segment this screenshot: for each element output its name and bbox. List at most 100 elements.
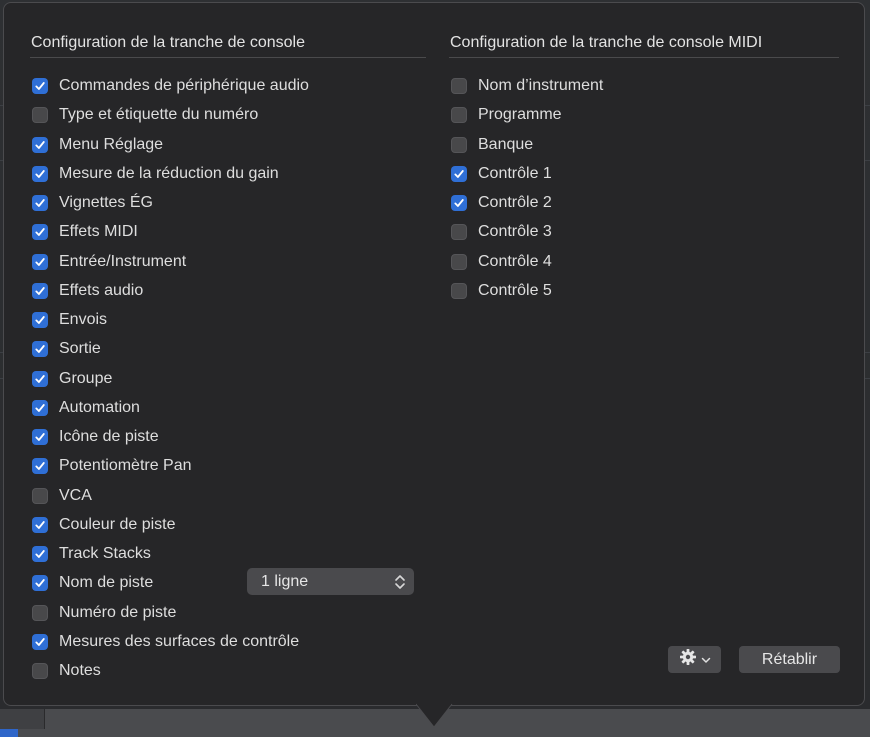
checkbox-checked[interactable] bbox=[32, 78, 48, 94]
checkbox-item-commandes-de-peripherique-audio[interactable]: Commandes de périphérique audio bbox=[32, 75, 309, 97]
checkmark-icon bbox=[454, 199, 464, 207]
checkbox-item-icone-de-piste[interactable]: Icône de piste bbox=[32, 426, 159, 448]
checkbox-item-sortie[interactable]: Sortie bbox=[32, 338, 101, 360]
checkbox-unchecked[interactable] bbox=[451, 253, 467, 270]
checkbox-checked[interactable] bbox=[32, 312, 48, 328]
midi-channel-strip-config-column: Configuration de la tranche de console M… bbox=[449, 33, 839, 299]
checkbox-item-effets-midi[interactable]: Effets MIDI bbox=[32, 221, 138, 243]
checkbox-label: Nom de piste bbox=[59, 574, 154, 592]
checkbox-checked[interactable] bbox=[32, 253, 48, 270]
checkbox-checked[interactable] bbox=[32, 370, 48, 387]
checkbox-item-controle-1[interactable]: Contrôle 1 bbox=[451, 163, 552, 185]
channel-strip-config-column: Configuration de la tranche de console C… bbox=[30, 33, 426, 679]
checkbox-item-nom-de-piste[interactable]: Nom de piste bbox=[32, 572, 153, 594]
checkbox-item-effets-audio[interactable]: Effets audio bbox=[32, 280, 143, 302]
checkbox-label: Mesure de la réduction du gain bbox=[59, 164, 279, 182]
checkbox-item-type-et-etiquette-du-numero[interactable]: Type et étiquette du numéro bbox=[32, 104, 258, 126]
checkbox-label: Effets MIDI bbox=[59, 223, 138, 241]
checkbox-checked[interactable] bbox=[32, 458, 48, 475]
checkbox-checked[interactable] bbox=[451, 195, 467, 211]
checkbox-checked[interactable] bbox=[32, 341, 48, 358]
checkbox-checked[interactable] bbox=[32, 516, 48, 533]
checkbox-item-menu-reglage[interactable]: Menu Réglage bbox=[32, 134, 163, 156]
checkbox-checked[interactable] bbox=[32, 195, 48, 211]
track-name-lines-select[interactable]: 1 ligne bbox=[247, 568, 414, 595]
checkbox-label: Commandes de périphérique audio bbox=[59, 77, 309, 94]
checkbox-unchecked[interactable] bbox=[451, 136, 467, 153]
channel-strip-config-title: Configuration de la tranche de console bbox=[30, 33, 426, 58]
checkbox-label: Entrée/Instrument bbox=[59, 252, 187, 270]
checkbox-unchecked[interactable] bbox=[451, 224, 467, 241]
checkbox-item-numero-de-piste[interactable]: Numéro de piste bbox=[32, 602, 176, 624]
checkmark-icon bbox=[35, 140, 45, 149]
checkbox-label: Track Stacks bbox=[59, 545, 151, 562]
checkbox-item-controle-3[interactable]: Contrôle 3 bbox=[451, 221, 552, 243]
checkbox-label: Vignettes ÉG bbox=[59, 194, 153, 211]
checkbox-item-controle-5[interactable]: Contrôle 5 bbox=[451, 280, 552, 302]
checkbox-label: Envois bbox=[59, 311, 108, 328]
checkbox-item-couleur-de-piste[interactable]: Couleur de piste bbox=[32, 514, 176, 536]
checkbox-item-nom-d-instrument[interactable]: Nom d’instrument bbox=[451, 75, 603, 97]
checkbox-item-controle-2[interactable]: Contrôle 2 bbox=[451, 192, 552, 214]
checkbox-item-envois[interactable]: Envois bbox=[32, 309, 107, 331]
reset-button[interactable]: Rétablir bbox=[739, 646, 840, 673]
checkbox-label: VCA bbox=[59, 486, 92, 504]
checkbox-item-banque[interactable]: Banque bbox=[451, 134, 533, 156]
checkbox-unchecked[interactable] bbox=[32, 107, 48, 124]
checkbox-checked[interactable] bbox=[32, 282, 48, 299]
checkmark-icon bbox=[35, 316, 45, 324]
gear-menu-button[interactable] bbox=[668, 646, 721, 673]
checkmark-icon bbox=[35, 579, 45, 588]
checkbox-item-mesures-des-surfaces-de-controle[interactable]: Mesures des surfaces de contrôle bbox=[32, 631, 299, 653]
checkbox-item-groupe[interactable]: Groupe bbox=[32, 368, 112, 390]
checkbox-label: Nom d’instrument bbox=[478, 77, 604, 94]
checkbox-label: Menu Réglage bbox=[59, 135, 164, 153]
checkbox-unchecked[interactable] bbox=[32, 487, 48, 504]
mixer-configuration-popover: Configuration de la tranche de console C… bbox=[3, 2, 865, 706]
checkbox-label: Couleur de piste bbox=[59, 515, 176, 533]
checkmark-icon bbox=[35, 286, 45, 295]
checkbox-checked[interactable] bbox=[32, 429, 48, 445]
checkmark-icon bbox=[35, 169, 45, 178]
checkmark-icon bbox=[35, 637, 45, 646]
checkbox-checked[interactable] bbox=[32, 399, 48, 416]
checkbox-checked[interactable] bbox=[32, 136, 48, 153]
checkbox-item-vignettes-eg[interactable]: Vignettes ÉG bbox=[32, 192, 153, 214]
checkbox-unchecked[interactable] bbox=[32, 663, 48, 679]
checkbox-item-mesure-de-la-reduction-du-gain[interactable]: Mesure de la réduction du gain bbox=[32, 163, 279, 185]
checkmark-icon bbox=[35, 520, 45, 529]
checkbox-checked[interactable] bbox=[32, 546, 48, 562]
checkbox-label: Contrôle 1 bbox=[478, 164, 552, 182]
checkbox-unchecked[interactable] bbox=[451, 282, 467, 299]
checkbox-label: Type et étiquette du numéro bbox=[59, 106, 259, 124]
checkmark-icon bbox=[35, 345, 45, 354]
checkbox-checked[interactable] bbox=[32, 575, 48, 592]
checkbox-item-automation[interactable]: Automation bbox=[32, 397, 140, 419]
checkbox-label: Notes bbox=[59, 662, 101, 679]
checkbox-item-controle-4[interactable]: Contrôle 4 bbox=[451, 251, 552, 273]
checkbox-label: Programme bbox=[478, 106, 562, 124]
checkbox-unchecked[interactable] bbox=[451, 78, 467, 94]
checkmark-icon bbox=[35, 550, 45, 558]
checkmark-icon bbox=[35, 199, 45, 207]
checkbox-item-entree-instrument[interactable]: Entrée/Instrument bbox=[32, 251, 186, 273]
checkbox-checked[interactable] bbox=[451, 165, 467, 182]
checkbox-unchecked[interactable] bbox=[32, 604, 48, 621]
checkbox-unchecked[interactable] bbox=[451, 107, 467, 124]
checkbox-label: Sortie bbox=[59, 340, 101, 358]
checkbox-item-track-stacks[interactable]: Track Stacks bbox=[32, 543, 151, 565]
checkmark-icon bbox=[35, 374, 45, 383]
checkbox-checked[interactable] bbox=[32, 224, 48, 241]
track-name-lines-value: 1 ligne bbox=[261, 572, 309, 590]
checkbox-label: Potentiomètre Pan bbox=[59, 457, 192, 475]
checkbox-item-programme[interactable]: Programme bbox=[451, 104, 562, 126]
gear-icon bbox=[679, 648, 697, 671]
checkbox-checked[interactable] bbox=[32, 633, 48, 650]
checkmark-icon bbox=[454, 169, 464, 178]
checkbox-item-vca[interactable]: VCA bbox=[32, 485, 92, 507]
checkbox-checked[interactable] bbox=[32, 165, 48, 182]
checkbox-item-potentiometre-pan[interactable]: Potentiomètre Pan bbox=[32, 455, 192, 477]
chevron-down-icon bbox=[701, 651, 711, 669]
checkmark-icon bbox=[35, 82, 45, 90]
checkbox-item-notes[interactable]: Notes bbox=[32, 660, 101, 682]
